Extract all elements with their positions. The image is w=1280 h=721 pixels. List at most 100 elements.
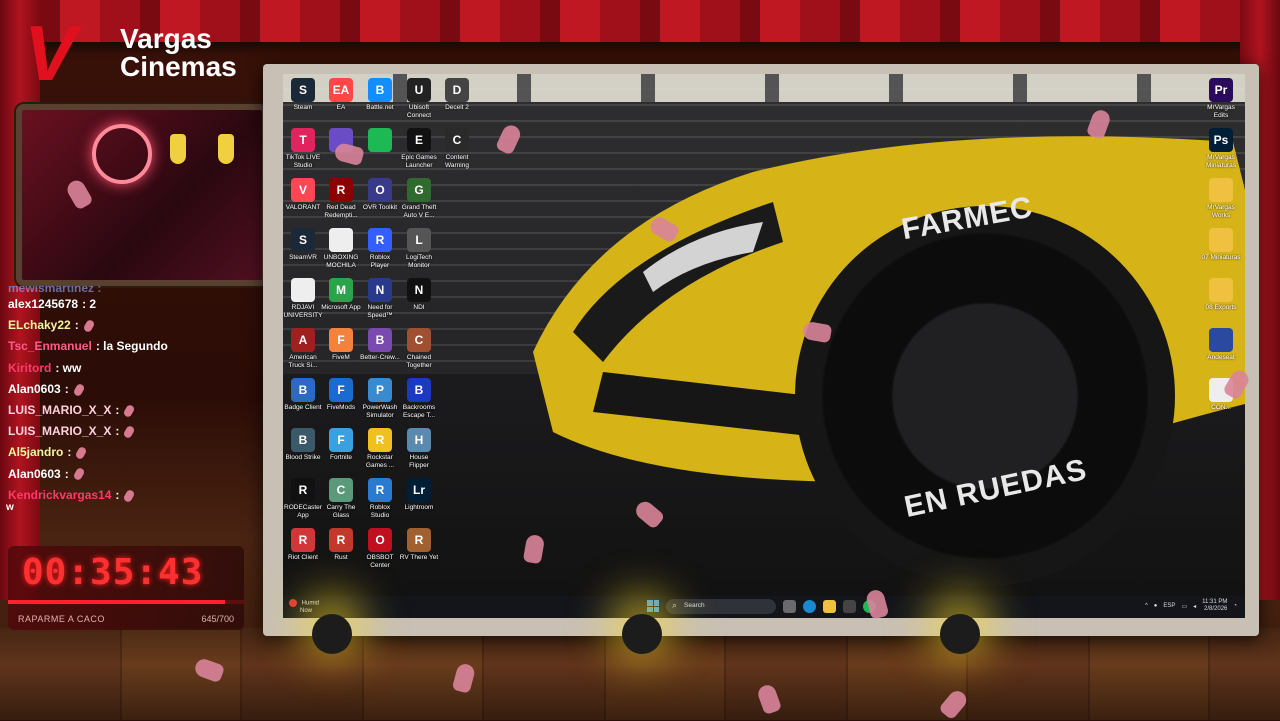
- settings-icon[interactable]: [843, 600, 856, 613]
- timer-progress-bar: [8, 600, 244, 604]
- shortcut-label: Rockstar Games ...: [365, 454, 395, 469]
- app-icon: A: [291, 328, 315, 352]
- chat-text: :: [115, 402, 120, 417]
- desktop-shortcut[interactable]: O OBSBOT Center: [360, 528, 400, 569]
- desktop-shortcut[interactable]: C Content Warning: [437, 128, 477, 169]
- chat-username[interactable]: LUIS_MARIO_X_X: [8, 424, 111, 438]
- network-icon[interactable]: ▭: [1181, 603, 1187, 610]
- desktop-shortcut[interactable]: T TikTok LIVE Studio: [283, 128, 323, 169]
- clock[interactable]: 11:31 PM 2/8/2026: [1202, 599, 1227, 613]
- praying-hands-emote-icon: [122, 403, 136, 418]
- shortcut-label: Microsoft App: [321, 304, 361, 311]
- chat-username[interactable]: alex1245678: [8, 297, 78, 311]
- shortcut-label: Red Dead Redempti...: [324, 204, 358, 219]
- shortcut-label: CON...: [1211, 404, 1231, 411]
- desktop-shortcut[interactable]: F Fortnite: [321, 428, 361, 462]
- desktop-shortcut[interactable]: S Steam: [283, 78, 323, 112]
- desktop-shortcut[interactable]: D Deceit 2: [437, 78, 477, 112]
- desktop-shortcut[interactable]: R Riot Client: [283, 528, 323, 562]
- banana-icon: [218, 134, 234, 164]
- chat-username[interactable]: Tsc_Enmanuel: [8, 339, 92, 353]
- desktop-shortcut[interactable]: G Grand Theft Auto V E...: [399, 178, 439, 219]
- desktop-shortcut[interactable]: 08 Exports: [1201, 278, 1241, 312]
- desktop-shortcut[interactable]: [360, 128, 400, 154]
- weather-widget[interactable]: Humid Now: [289, 599, 319, 615]
- desktop-shortcut[interactable]: B Battle.net: [360, 78, 400, 112]
- shortcut-label: American Truck Si...: [288, 354, 318, 369]
- microphone-icon[interactable]: ●: [1154, 603, 1158, 609]
- desktop-shortcut[interactable]: UNBOXING MOCHILA: [321, 228, 361, 269]
- chat-message: Kendrickvargas14:: [8, 485, 244, 506]
- praying-hands-emote-icon: [74, 445, 88, 461]
- system-tray: ^ ● ESP ▭ ◂ 11:31 PM 2/8/2026 ◔: [1145, 599, 1237, 613]
- desktop-shortcut[interactable]: Pr MrVargas Edits: [1201, 78, 1241, 119]
- chat-username[interactable]: ELchaky22: [8, 318, 71, 332]
- desktop-shortcut[interactable]: S SteamVR: [283, 228, 323, 262]
- chevron-up-icon[interactable]: ^: [1145, 603, 1148, 609]
- timer-goal-label: RAPARME A CACO: [18, 614, 105, 624]
- chat-username[interactable]: Al5jandro: [8, 445, 63, 459]
- start-button[interactable]: [647, 600, 659, 612]
- desktop-shortcut[interactable]: E Epic Games Launcher: [399, 128, 439, 169]
- chat-username[interactable]: LUIS_MARIO_X_X: [8, 403, 111, 417]
- desktop-shortcut[interactable]: R Red Dead Redempti...: [321, 178, 361, 219]
- desktop-shortcut[interactable]: EA EA: [321, 78, 361, 112]
- desktop-shortcut[interactable]: R Roblox Player: [360, 228, 400, 269]
- desktop-screen[interactable]: FARMEC EN RUEDAS S Steam EA EA B Battle.net U U…: [283, 74, 1245, 618]
- desktop-shortcut[interactable]: RDJAVI UNIVERSITY: [283, 278, 323, 319]
- chat-text: : ww: [55, 360, 82, 375]
- chat-username[interactable]: Alan0603: [8, 467, 61, 481]
- app-icon: [291, 278, 315, 302]
- desktop-shortcut[interactable]: M Microsoft App: [321, 278, 361, 312]
- task-view-icon[interactable]: [783, 600, 796, 613]
- shortcut-label: EA: [336, 104, 346, 111]
- desktop-shortcut[interactable]: L LogiTech Monitor: [399, 228, 439, 269]
- desktop-shortcut[interactable]: U Ubisoft Connect: [399, 78, 439, 119]
- folder-icon: Ps: [1209, 128, 1233, 152]
- desktop-shortcut[interactable]: B Blood Strike: [283, 428, 323, 462]
- edge-icon[interactable]: [803, 600, 816, 613]
- desktop-shortcut[interactable]: C Carry The Glass: [321, 478, 361, 519]
- search-icon: ⌕: [672, 600, 678, 610]
- desktop-shortcut[interactable]: F FiveM: [321, 328, 361, 362]
- app-icon: S: [291, 228, 315, 252]
- desktop-shortcut[interactable]: H House Flipper: [399, 428, 439, 469]
- desktop-shortcut[interactable]: R RODECaster App: [283, 478, 323, 519]
- chat-username[interactable]: Alan0603: [8, 382, 61, 396]
- desktop-shortcut[interactable]: B Better-Crew...: [360, 328, 400, 362]
- desktop-shortcut[interactable]: Ps MrVargas Miniaturas: [1201, 128, 1241, 169]
- praying-hands-emote-icon: [82, 318, 96, 334]
- chat-username[interactable]: Kendrickvargas14: [8, 488, 111, 502]
- desktop-shortcut[interactable]: V VALORANT: [283, 178, 323, 212]
- file-explorer-icon[interactable]: [823, 600, 836, 613]
- desktop-shortcut[interactable]: R Rust: [321, 528, 361, 562]
- clock-date: 2/8/2026: [1204, 606, 1228, 612]
- volume-icon[interactable]: ◂: [1193, 603, 1196, 610]
- desktop-shortcut[interactable]: Andeseat: [1201, 328, 1241, 362]
- shortcut-label: Roblox Studio: [369, 504, 391, 519]
- desktop-shortcut[interactable]: B Badge Client: [283, 378, 323, 412]
- notification-bell-icon[interactable]: ◔: [1233, 603, 1237, 609]
- chat-message: ELchaky22:: [8, 315, 244, 336]
- language-indicator[interactable]: ESP: [1163, 603, 1175, 609]
- desktop-shortcut[interactable]: C Chained Together: [399, 328, 439, 369]
- brand-v-mark: V: [24, 9, 77, 97]
- desktop-shortcut[interactable]: P PowerWash Simulator: [360, 378, 400, 419]
- desktop-shortcut[interactable]: R Roblox Studio: [360, 478, 400, 519]
- taskbar-search[interactable]: ⌕ Search: [666, 599, 776, 614]
- shortcut-label: NDI: [413, 304, 425, 311]
- shortcut-label: Riot Client: [288, 554, 318, 561]
- desktop-shortcut[interactable]: 07 Miniaturas: [1201, 228, 1241, 262]
- chat-username[interactable]: Kiritord: [8, 361, 51, 375]
- desktop-shortcut[interactable]: N NDI: [399, 278, 439, 312]
- desktop-shortcut[interactable]: A American Truck Si...: [283, 328, 323, 369]
- desktop-shortcut[interactable]: O OVR Toolkit: [360, 178, 400, 212]
- desktop-shortcut[interactable]: F FiveMods: [321, 378, 361, 412]
- app-icon: O: [368, 528, 392, 552]
- desktop-shortcut[interactable]: B Backrooms Escape T...: [399, 378, 439, 419]
- desktop-shortcut[interactable]: Lr Lightroom: [399, 478, 439, 512]
- desktop-shortcut[interactable]: R Rockstar Games ...: [360, 428, 400, 469]
- desktop-shortcut[interactable]: N Need for Speed™ Heat: [360, 278, 400, 320]
- desktop-shortcut[interactable]: R RV There Yet: [399, 528, 439, 562]
- desktop-shortcut[interactable]: MrVargas Works: [1201, 178, 1241, 219]
